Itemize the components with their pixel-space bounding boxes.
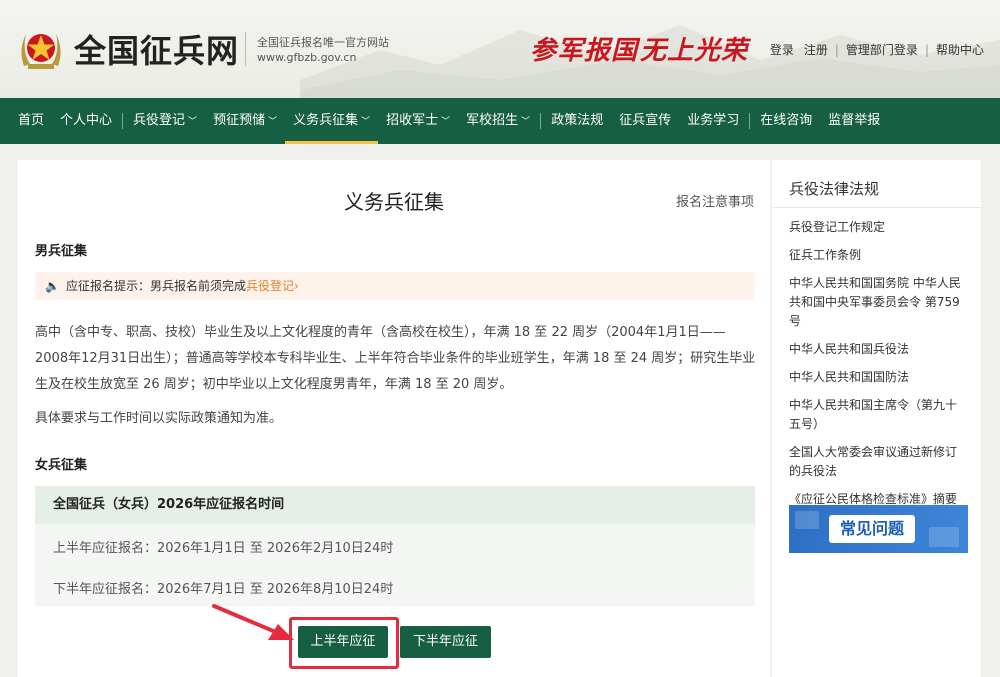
nav-divider bbox=[749, 113, 751, 129]
second-half-apply-button[interactable]: 下半年应征 bbox=[400, 626, 491, 658]
chevron-down-icon: ﹀ bbox=[521, 117, 531, 127]
chevron-down-icon: ﹀ bbox=[268, 117, 278, 127]
nav-label: 招收军士 bbox=[386, 113, 439, 128]
nav-military-registration[interactable]: 兵役登记 ﹀ bbox=[125, 98, 205, 144]
help-center-link[interactable]: 帮助中心 bbox=[936, 41, 984, 58]
faq-label: 常见问题 bbox=[839, 519, 904, 538]
chevron-down-icon: ﹀ bbox=[361, 117, 371, 127]
law-list: 兵役登记工作规定 征兵工作条例 中华人民共和国国务院 中华人民共和国中央军事委员… bbox=[772, 218, 981, 509]
registration-tip-link[interactable]: 兵役登记 bbox=[246, 279, 294, 293]
login-link[interactable]: 登录 bbox=[770, 41, 794, 58]
nav-learning[interactable]: 业务学习 bbox=[679, 98, 747, 144]
law-item[interactable]: 中华人民共和国兵役法 bbox=[789, 340, 967, 359]
registration-tip: 🔈 应征报名提示：男兵报名前须完成兵役登记› bbox=[35, 272, 755, 300]
policy-note-text: 具体要求与工作时间以实际政策通知为准。 bbox=[35, 411, 283, 426]
first-half-apply-button[interactable]: 上半年应征 bbox=[298, 626, 388, 658]
law-item[interactable]: 中华人民共和国国务院 中华人民共和国中央军事委员会令 第759号 bbox=[789, 274, 967, 331]
site-tagline: 全国征兵报名唯一官方网站 bbox=[257, 36, 389, 49]
nav-conscription[interactable]: 义务兵征集 ﹀ bbox=[285, 98, 379, 144]
law-item[interactable]: 中华人民共和国主席令（第九十五号） bbox=[789, 396, 967, 434]
nav-report[interactable]: 监督举报 bbox=[820, 98, 888, 144]
male-section-heading: 男兵征集 bbox=[35, 244, 88, 259]
nav-divider bbox=[540, 113, 542, 129]
banner-decoration bbox=[795, 511, 819, 529]
nav-label: 预征预储 bbox=[213, 113, 266, 128]
time-box-title: 全国征兵（女兵）2026年应征报名时间 bbox=[35, 486, 755, 524]
law-item[interactable]: 全国人大常委会审议通过新修订的兵役法 bbox=[789, 443, 967, 481]
nav-label: 军校招生 bbox=[466, 113, 519, 128]
first-half-time: 上半年应征报名：2026年1月1日 至 2026年2月10日24时 bbox=[53, 541, 394, 556]
nav-label: 义务兵征集 bbox=[293, 113, 359, 128]
speaker-icon: 🔈 bbox=[45, 279, 60, 293]
slogan-glory: 无上光荣 bbox=[640, 36, 749, 66]
chevron-right-icon: › bbox=[293, 279, 299, 293]
law-item[interactable]: 征兵工作条例 bbox=[789, 246, 967, 265]
nav-home[interactable]: 首页 bbox=[10, 98, 52, 144]
nav-online-consult[interactable]: 在线咨询 bbox=[752, 98, 820, 144]
second-half-time: 下半年应征报名：2026年7月1日 至 2026年8月10日24时 bbox=[53, 582, 394, 597]
law-item[interactable]: 兵役登记工作规定 bbox=[789, 218, 967, 237]
site-header: 全国征兵网 全国征兵报名唯一官方网站 www.gfbzb.gov.cn 参军报国… bbox=[0, 0, 1000, 98]
female-section-heading: 女兵征集 bbox=[35, 458, 88, 473]
nav-publicity[interactable]: 征兵宣传 bbox=[611, 98, 679, 144]
male-requirements-text: 高中（含中专、职高、技校）毕业生及以上文化程度的青年（含高校在校生），年满 18… bbox=[35, 325, 756, 392]
top-links: 登录 注册 | 管理部门登录 | 帮助中心 bbox=[770, 41, 984, 58]
chevron-down-icon: ﹀ bbox=[441, 117, 451, 127]
site-title[interactable]: 全国征兵网 bbox=[74, 26, 239, 72]
page-title: 义务兵征集 bbox=[344, 190, 444, 214]
registration-notes-link[interactable]: 报名注意事项 bbox=[676, 191, 754, 210]
nav-label: 兵役登记 bbox=[133, 113, 186, 128]
law-item[interactable]: 中华人民共和国国防法 bbox=[789, 368, 967, 387]
nav-divider bbox=[122, 113, 124, 129]
title-divider bbox=[245, 32, 246, 66]
chevron-down-icon: ﹀ bbox=[188, 117, 198, 127]
main-content: 义务兵征集 报名注意事项 男兵征集 🔈 应征报名提示：男兵报名前须完成兵役登记› … bbox=[18, 160, 770, 677]
nav-policies[interactable]: 政策法规 bbox=[543, 98, 611, 144]
sidebar-title: 兵役法律法规 bbox=[772, 160, 981, 208]
tip-text: 应征报名提示：男兵报名前须完成 bbox=[65, 279, 246, 293]
army-emblem-icon[interactable] bbox=[16, 26, 66, 72]
site-domain: www.gfbzb.gov.cn bbox=[257, 51, 357, 64]
banner-decoration bbox=[929, 527, 959, 547]
nav-personal-center[interactable]: 个人中心 bbox=[52, 98, 120, 144]
nav-military-academy[interactable]: 军校招生 ﹀ bbox=[458, 98, 538, 144]
nav-nco-recruitment[interactable]: 招收军士 ﹀ bbox=[378, 98, 458, 144]
main-nav: 首页 个人中心 兵役登记 ﹀ 预征预储 ﹀ 义务兵征集 ﹀ 招收军士 ﹀ 军校招生 ﹀ 政… bbox=[0, 98, 1000, 144]
slogan-enlist: 参军报国 bbox=[530, 36, 639, 66]
female-registration-time-box: 全国征兵（女兵）2026年应征报名时间 上半年应征报名：2026年1月1日 至 … bbox=[35, 486, 755, 606]
link-separator: | bbox=[924, 42, 929, 57]
sidebar: 兵役法律法规 兵役登记工作规定 征兵工作条例 中华人民共和国国务院 中华人民共和… bbox=[772, 160, 981, 677]
link-separator: | bbox=[834, 42, 839, 57]
faq-banner[interactable]: 常见问题 bbox=[789, 505, 968, 553]
nav-pre-recruitment[interactable]: 预征预储 ﹀ bbox=[205, 98, 285, 144]
register-link[interactable]: 注册 bbox=[804, 41, 828, 58]
admin-login-link[interactable]: 管理部门登录 bbox=[846, 41, 918, 58]
